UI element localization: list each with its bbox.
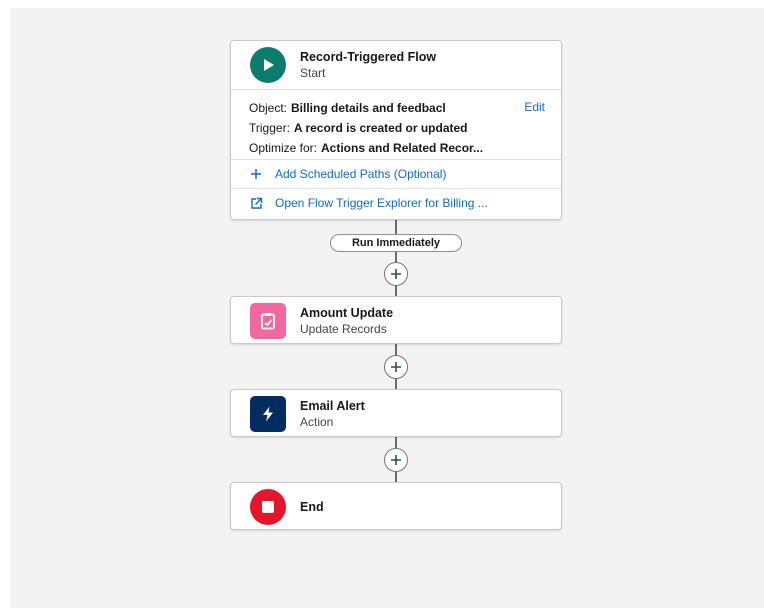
start-details: Object: Billing details and feedbacl Tri… — [231, 89, 561, 159]
start-subtitle: Start — [300, 65, 326, 80]
plus-icon — [391, 455, 401, 465]
amount-update-title: Amount Update — [300, 305, 394, 320]
object-row: Object: Billing details and feedbacl — [249, 98, 543, 118]
open-trigger-explorer-link[interactable]: Open Flow Trigger Explorer for Billing .… — [231, 188, 561, 217]
end-element-card[interactable]: End — [230, 482, 562, 530]
email-alert-title: Email Alert — [300, 398, 365, 413]
stop-icon — [250, 489, 286, 525]
plus-icon — [391, 269, 401, 279]
add-element-button[interactable] — [384, 448, 408, 472]
object-value: Billing details and feedbacl — [291, 101, 446, 115]
update-records-icon — [250, 303, 286, 339]
start-element-header[interactable]: Record-Triggered Flow Start — [231, 41, 561, 89]
trigger-label: Trigger: — [249, 121, 290, 135]
action-lightning-icon — [250, 396, 286, 432]
external-link-icon — [249, 196, 263, 210]
optimize-label: Optimize for: — [249, 141, 318, 155]
play-icon — [250, 47, 286, 83]
start-title: Record-Triggered Flow — [300, 49, 437, 64]
end-title: End — [300, 499, 324, 514]
plus-icon — [249, 167, 263, 181]
amount-update-subtitle: Update Records — [300, 321, 387, 336]
add-element-button[interactable] — [384, 262, 408, 286]
object-label: Object: — [249, 101, 288, 115]
add-scheduled-paths-label: Add Scheduled Paths (Optional) — [275, 167, 447, 181]
add-scheduled-paths-link[interactable]: Add Scheduled Paths (Optional) — [231, 159, 561, 188]
edit-link[interactable]: Edit — [524, 100, 545, 114]
path-label-pill[interactable]: Run Immediately — [330, 234, 462, 252]
trigger-row: Trigger: A record is created or updated — [249, 118, 543, 138]
email-alert-subtitle: Action — [300, 414, 334, 429]
optimize-value: Actions and Related Recor... — [321, 141, 484, 155]
optimize-row: Optimize for: Actions and Related Recor.… — [249, 138, 543, 158]
start-element-card[interactable]: Record-Triggered Flow Start Object: Bill… — [230, 40, 562, 220]
add-element-button[interactable] — [384, 355, 408, 379]
amount-update-element-card[interactable]: Amount Update Update Records — [230, 296, 562, 344]
trigger-value: A record is created or updated — [293, 121, 468, 135]
plus-icon — [391, 362, 401, 372]
open-trigger-explorer-label: Open Flow Trigger Explorer for Billing .… — [275, 196, 488, 210]
email-alert-element-card[interactable]: Email Alert Action — [230, 389, 562, 437]
